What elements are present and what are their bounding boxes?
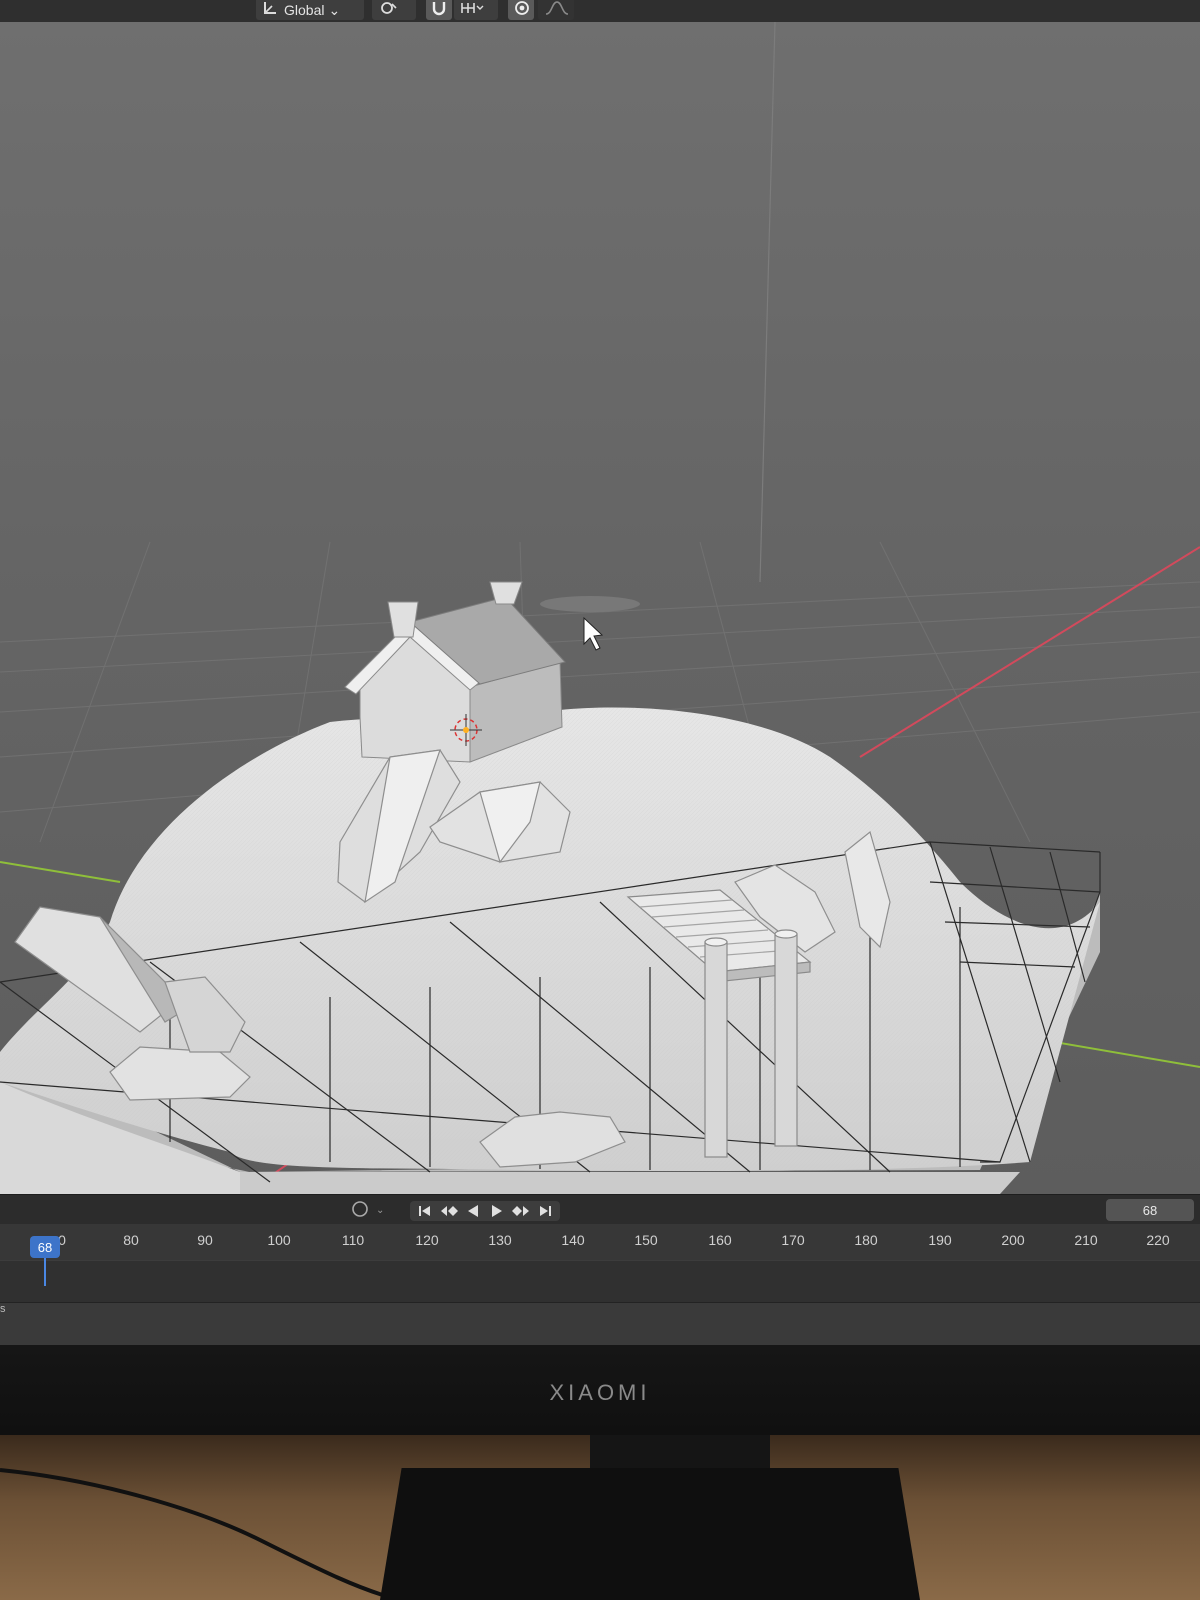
pivot-point-dropdown[interactable] [372,0,416,20]
tick-label: 110 [341,1232,365,1248]
play-reverse-icon[interactable] [462,1202,484,1220]
tick-label: 140 [561,1232,585,1248]
tick-label: 180 [854,1232,878,1248]
snap-increment-icon [460,0,484,20]
timeline-track-area[interactable] [0,1260,1200,1303]
scene-drawing [0,22,1200,1194]
pivot-icon [378,0,400,20]
playback-controls [410,1201,560,1221]
tick-label: 200 [1001,1232,1025,1248]
record-icon [350,1199,370,1222]
next-keyframe-icon[interactable] [510,1202,532,1220]
monitor-stand-base [380,1468,920,1600]
jump-start-icon[interactable] [414,1202,436,1220]
mouse-cursor-icon [583,616,604,651]
proportional-editing-toggle[interactable] [508,0,534,20]
chevron-down-icon: ⌄ [376,1204,385,1216]
status-text: s [0,1303,6,1315]
jump-end-icon[interactable] [534,1202,556,1220]
tick-label: 150 [634,1232,658,1248]
tick-label: 120 [415,1232,439,1248]
timeline-ruler[interactable]: 0 80 90 100 110 120 130 140 150 160 170 … [0,1224,1200,1260]
tick-label: 130 [488,1232,512,1248]
status-bar: s [0,1302,1200,1345]
falloff-curve-icon [544,0,570,20]
x-axis-line [859,546,1200,758]
auto-keying-toggle[interactable]: ⌄ [350,1199,396,1221]
tick-label: 220 [1146,1232,1170,1248]
playhead-line [44,1258,46,1286]
tick-label: 190 [928,1232,952,1248]
falloff-dropdown[interactable] [538,0,574,20]
snap-toggle[interactable] [426,0,452,20]
orientation-icon [262,0,280,20]
playhead-frame-indicator[interactable]: 68 [30,1236,60,1258]
monitor-brand-logo: XIAOMI [549,1380,651,1405]
tick-label: 210 [1074,1232,1098,1248]
viewport-header: Global ⌄ [0,0,1200,23]
current-frame-field[interactable]: 68 [1106,1199,1194,1221]
tick-label: 80 [123,1232,139,1248]
orientation-label: Global [284,2,325,18]
chevron-down-icon: ⌄ [328,2,341,18]
house-model [344,581,566,763]
snap-target-dropdown[interactable] [454,0,498,20]
transform-orientation-dropdown[interactable]: Global ⌄ [256,0,364,20]
proportional-edit-icon [514,0,530,20]
tick-label: 170 [781,1232,805,1248]
monitor-screen: Global ⌄ … [0,0,1200,1345]
prev-keyframe-icon[interactable] [438,1202,460,1220]
timeline-header: ⌄ 68 [0,1194,1200,1225]
z-axis-line [759,22,776,583]
cable [0,1468,401,1600]
tick-label: 160 [708,1232,732,1248]
3d-viewport[interactable] [0,22,1200,1194]
magnet-icon [432,0,446,20]
tick-label: 100 [267,1232,291,1248]
tick-label: 90 [197,1232,213,1248]
y-axis-line [0,861,121,883]
play-icon[interactable] [486,1202,508,1220]
